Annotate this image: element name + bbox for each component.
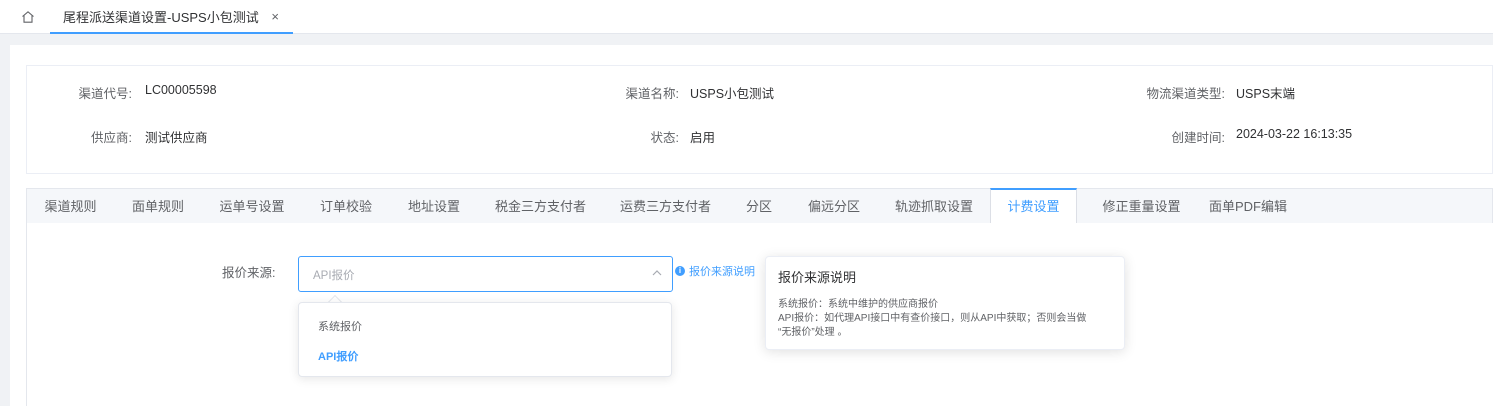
tab-label-rules[interactable]: 面单规则 [114,189,202,224]
billing-settings-panel [26,223,1493,406]
channel-type-value: USPS末端 [1236,87,1296,101]
supplier-value: 测试供应商 [145,131,208,145]
quote-source-select[interactable]: API报价 [298,256,673,292]
tab-tax-third-party[interactable]: 税金三方支付者 [478,189,603,224]
tab-channel-settings[interactable]: 尾程派送渠道设置-USPS小包测试 × [50,0,293,34]
channel-code-label: 渠道代号: [78,87,132,101]
status-label: 状态: [650,131,679,145]
close-icon[interactable]: × [271,9,279,24]
status-value: 启用 [690,131,716,145]
home-tab[interactable] [10,0,46,34]
channel-info-card [26,65,1493,174]
tab-tracking-fetch[interactable]: 轨迹抓取设置 [878,189,990,224]
channel-name-label: 渠道名称: [625,87,679,101]
tab-address-settings[interactable]: 地址设置 [390,189,478,224]
settings-tabs: 渠道规则 面单规则 运单号设置 订单校验 地址设置 税金三方支付者 运费三方支付… [26,188,1493,224]
created-value: 2024-03-22 16:13:35 [1236,127,1353,141]
channel-name-value: USPS小包测试 [690,87,775,101]
tab-billing-settings[interactable]: 计费设置 [990,188,1077,224]
tooltip-body: 系统报价：系统中维护的供应商报价 API报价：如代理API接口中有查价接口，则从… [778,298,1112,340]
home-icon [22,11,34,23]
info-icon: i [675,266,685,276]
quote-source-label: 报价来源: [222,266,276,280]
option-system-quote[interactable]: 系统报价 [318,318,362,334]
tab-order-validation[interactable]: 订单校验 [302,189,390,224]
chevron-up-icon [652,270,662,276]
channel-type-label: 物流渠道类型: [1146,87,1225,101]
quote-source-placeholder: API报价 [313,270,355,282]
supplier-label: 供应商: [91,131,132,145]
tab-bar: 尾程派送渠道设置-USPS小包测试 × [0,0,1493,34]
tooltip-title: 报价来源说明 [778,270,857,285]
tab-tracking-number[interactable]: 运单号设置 [202,189,302,224]
option-api-quote[interactable]: API报价 [318,348,358,364]
tab-weight-correction[interactable]: 修正重量设置 [1085,189,1198,224]
tab-freight-third-party[interactable]: 运费三方支付者 [603,189,728,224]
tab-remote-zones[interactable]: 偏远分区 [790,189,878,224]
quote-source-dropdown: 系统报价 API报价 [298,302,672,377]
tab-title: 尾程派送渠道设置-USPS小包测试 [63,9,259,25]
quote-source-help-link[interactable]: i 报价来源说明 [675,263,755,279]
tab-channel-rules[interactable]: 渠道规则 [27,189,114,224]
tooltip-line-1: 系统报价：系统中维护的供应商报价 [778,299,938,310]
tooltip-line-2: API报价：如代理API接口中有查价接口，则从API中获取；否则会当做 [778,313,1087,324]
tooltip-line-3: “无报价”处理 。 [778,327,848,338]
tab-zones[interactable]: 分区 [728,189,790,224]
channel-code-value: LC00005598 [145,83,217,97]
quote-source-tooltip: 报价来源说明 系统报价：系统中维护的供应商报价 API报价：如代理API接口中有… [765,256,1125,350]
created-label: 创建时间: [1171,131,1225,145]
help-link-text: 报价来源说明 [689,266,755,278]
tab-label-pdf-edit[interactable]: 面单PDF编辑 [1198,189,1298,224]
